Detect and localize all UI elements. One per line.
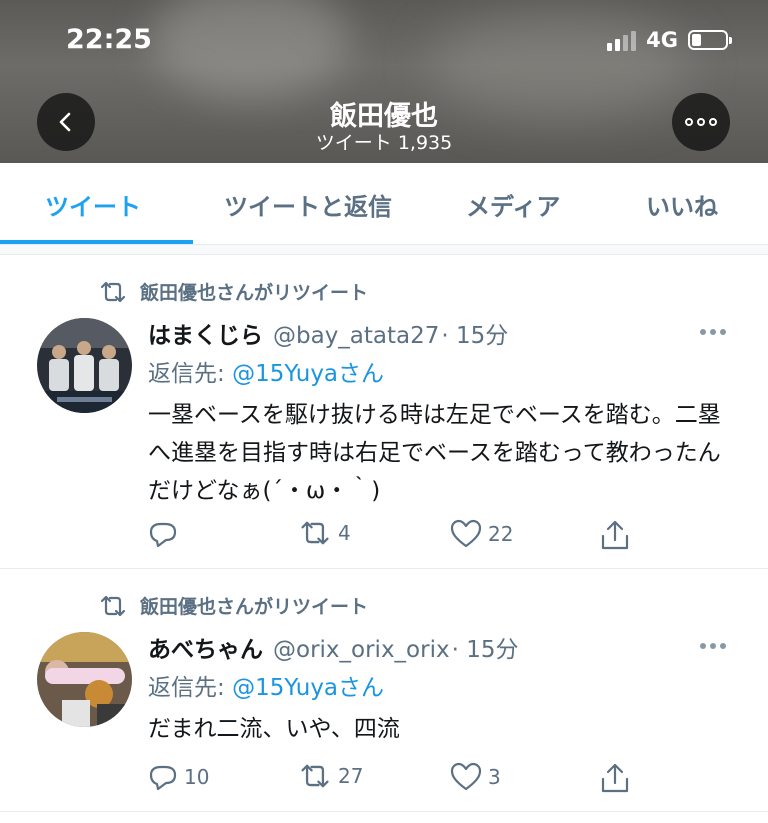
avatar[interactable] (37, 318, 132, 413)
battery-icon (688, 30, 732, 50)
tweet-text: 一塁ベースを駆け抜ける時は左足でベースを踏む。二塁へ進塁を目指す時は右足でベース… (148, 402, 721, 504)
profile-tabs: ツイート ツイートと返信 メディア いいね (0, 163, 768, 245)
reply-button[interactable] (148, 519, 184, 549)
retweet-context: 飯田優也さんがリツイート (98, 592, 368, 619)
network-label: 4G (646, 28, 678, 52)
author-handle[interactable]: @bay_atata27 (273, 323, 439, 349)
retweet-count: 27 (338, 764, 364, 788)
tweet-time: · 15分 (441, 323, 509, 349)
active-tab-indicator (0, 240, 193, 244)
like-icon (450, 519, 482, 548)
tab-media[interactable]: メディア (466, 187, 560, 222)
like-count: 3 (488, 765, 501, 789)
retweet-count: 4 (338, 521, 351, 545)
share-icon (601, 520, 629, 550)
retweet-icon (100, 281, 126, 302)
status-indicators: 4G (607, 28, 732, 52)
reply-button[interactable]: 10 (148, 762, 209, 792)
avatar[interactable] (37, 632, 132, 727)
retweet-context: 飯田優也さんがリツイート (98, 278, 368, 305)
share-icon (601, 763, 629, 793)
more-icon (685, 118, 717, 126)
status-time: 22:25 (66, 24, 152, 55)
tweet-author: あべちゃん @orix_orix_orix· 15分 (148, 630, 518, 664)
retweet-icon (301, 521, 329, 545)
retweet-label: 飯田優也さんがリツイート (140, 282, 369, 304)
tab-tweets-and-replies[interactable]: ツイートと返信 (224, 187, 392, 222)
reply-icon (149, 765, 177, 791)
retweet-button[interactable]: 4 (298, 519, 351, 547)
tweet-time: · 15分 (451, 637, 519, 663)
tweet[interactable]: 飯田優也さんがリツイート はまくじら @bay_atata27· 15分 返信先:… (0, 256, 768, 569)
reply-count: 10 (184, 765, 210, 789)
tweet[interactable]: 飯田優也さんがリツイート あべちゃん @orix_orix_orix· 15分 返… (0, 570, 768, 812)
tab-likes[interactable]: いいね (646, 187, 718, 222)
reply-icon (149, 522, 177, 548)
share-button[interactable] (600, 762, 630, 794)
author-name[interactable]: はまくじら (148, 323, 263, 349)
avatar-image (37, 632, 132, 727)
like-button[interactable]: 3 (450, 762, 501, 792)
retweet-icon (301, 764, 329, 788)
caret-icon[interactable] (700, 643, 726, 649)
like-button[interactable]: 22 (450, 519, 513, 549)
reply-context: 返信先: @15Yuyaさん (148, 668, 384, 702)
divider (0, 245, 768, 255)
tweet-author: はまくじら @bay_atata27· 15分 (148, 316, 508, 350)
caret-icon[interactable] (700, 329, 726, 335)
like-icon (450, 762, 482, 791)
reply-context: 返信先: @15Yuyaさん (148, 354, 384, 388)
profile-header: 22:25 4G 飯田優也 ツイート 1,935 (0, 0, 768, 163)
avatar-image (37, 318, 132, 413)
reply-mention[interactable]: @15Yuyaさん (232, 675, 384, 701)
retweet-button[interactable]: 27 (298, 762, 363, 790)
signal-icon (607, 29, 637, 51)
reply-mention[interactable]: @15Yuyaさん (232, 361, 384, 387)
more-button[interactable] (672, 93, 730, 151)
reply-prefix: 返信先: (148, 361, 233, 387)
share-button[interactable] (600, 519, 630, 551)
like-count: 22 (488, 522, 514, 546)
tab-tweets[interactable]: ツイート (45, 187, 141, 222)
reply-prefix: 返信先: (148, 675, 233, 701)
author-handle[interactable]: @orix_orix_orix (273, 637, 450, 663)
retweet-icon (100, 595, 126, 616)
author-name[interactable]: あべちゃん (148, 637, 263, 663)
tweet-count: ツイート 1,935 (315, 132, 453, 154)
tweet-text: だまれ二流、いや、四流 (148, 716, 400, 742)
retweet-label: 飯田優也さんがリツイート (140, 596, 369, 618)
